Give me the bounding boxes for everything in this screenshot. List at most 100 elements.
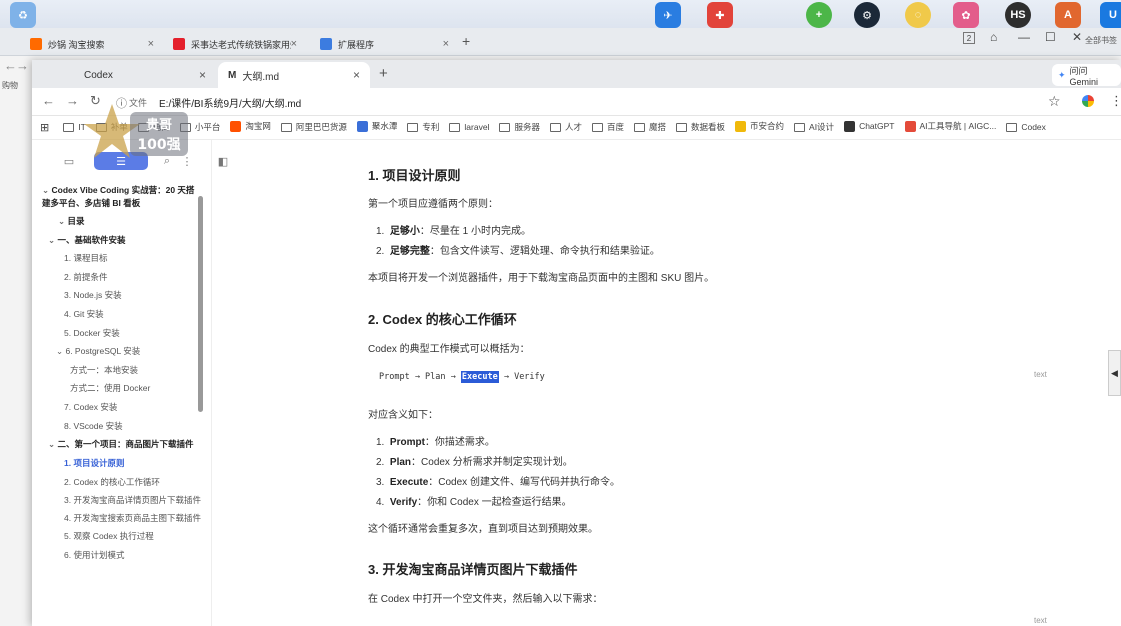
folder-icon[interactable]: ▭	[62, 152, 76, 170]
app-icon-1[interactable]: ✈	[655, 2, 681, 28]
list-item: 4. Verify：你和 Codex 一起检查运行结果。	[376, 493, 572, 508]
code-language-label[interactable]: text	[1034, 370, 1047, 379]
minimize-button[interactable]: —	[1018, 30, 1030, 44]
google-profile-icon[interactable]	[1082, 95, 1094, 107]
steam-icon[interactable]: ⚙	[854, 2, 880, 28]
all-bookmarks-label[interactable]: 全部书签	[1085, 35, 1117, 46]
toc-item[interactable]: 5. Docker 安装	[42, 324, 202, 343]
toc-item[interactable]: ⌄ 目录	[42, 212, 202, 231]
bookmark-18[interactable]: Codex	[1006, 122, 1046, 132]
app-icon-6[interactable]: ✿	[953, 2, 979, 28]
bookmark-15[interactable]: AI设计	[794, 121, 834, 133]
background-tab-2[interactable]: 采事达老式传统铁锅家用炒 ×	[165, 32, 305, 56]
heading-project-principles: 1. 项目设计原则	[368, 168, 461, 183]
background-tab-1[interactable]: 炒锅 淘宝搜索 ×	[22, 32, 162, 56]
bookmark-0[interactable]: IT	[63, 122, 86, 132]
close-icon[interactable]: ×	[291, 38, 297, 50]
close-icon[interactable]: ×	[148, 38, 154, 50]
toc-item[interactable]: 1. 项目设计原则	[42, 454, 202, 473]
toc-item[interactable]: 方式二：使用 Docker	[42, 379, 202, 398]
reload-icon[interactable]: ↻	[90, 93, 101, 109]
app-icon-9[interactable]: U	[1100, 2, 1121, 28]
app-icon-8[interactable]: A	[1055, 2, 1081, 28]
bookmark-shopping[interactable]: 购物	[2, 80, 18, 91]
bookmark-17[interactable]: AI工具导航 | AIGC...	[904, 120, 996, 132]
bookmark-11[interactable]: 百度	[591, 121, 624, 133]
toc-item[interactable]: 4. Git 安装	[42, 305, 202, 324]
url-input[interactable]: E:/课件/BI系统9月/大纲/大纲.md	[159, 95, 301, 110]
folder-icon	[449, 122, 461, 132]
bookmark-star-icon[interactable]: ☆	[1048, 93, 1061, 110]
right-panel-toggle-icon[interactable]: ◀	[1108, 350, 1121, 396]
toc-item[interactable]: 6. 使用计划模式	[42, 546, 202, 565]
bookmark-8[interactable]: laravel	[449, 122, 489, 132]
app-icon-5[interactable]: ◌	[905, 2, 931, 28]
toc-item[interactable]: 5. 观察 Codex 执行过程	[42, 527, 202, 546]
toc-item[interactable]: ⌄ 一、基础软件安装	[42, 231, 202, 250]
close-icon[interactable]: ×	[199, 68, 206, 82]
toc-item[interactable]: 方式一：本地安装	[42, 361, 202, 380]
toc-item[interactable]: ⌄ Codex Vibe Coding 实战营：20 天搭建多平台、多店铺 BI…	[42, 182, 202, 212]
toc-item[interactable]: 3. Node.js 安装	[42, 286, 202, 305]
close-window-button[interactable]: ✕	[1072, 30, 1082, 44]
code-selection: Execute	[460, 371, 499, 383]
sidebar-scrollbar[interactable]	[198, 196, 203, 412]
toc-item[interactable]: ⌄ 6. PostgreSQL 安装	[42, 342, 202, 361]
toc-label: 方式一：本地安装	[70, 364, 139, 375]
toc-label: 3. 开发淘宝商品详情页图片下载插件	[64, 495, 201, 506]
hs-icon[interactable]: HS	[1005, 2, 1031, 28]
maximize-button[interactable]: ☐	[1045, 30, 1056, 44]
bookmark-1[interactable]: 补单	[95, 121, 128, 133]
list-number: 2.	[376, 457, 385, 468]
bookmark-10[interactable]: 人才	[549, 121, 582, 133]
code-block[interactable]: Prompt → Plan → Execute → Verify	[379, 371, 545, 383]
bookmark-13[interactable]: 数据看板	[676, 121, 725, 133]
trash-icon[interactable]: ⌂	[990, 30, 997, 44]
toc-item[interactable]: 1. 课程目标	[42, 249, 202, 268]
bookmark-5[interactable]: 阿里巴巴货源	[280, 121, 347, 133]
apps-grid-icon[interactable]: ⊞	[40, 121, 49, 134]
toc-item[interactable]: 7. Codex 安装	[42, 398, 202, 417]
tab-outline-md[interactable]: M 大纲.md ×	[218, 62, 370, 88]
bookmark-14[interactable]: 币安合约	[735, 120, 784, 132]
folder-icon	[1006, 122, 1018, 132]
new-tab-button[interactable]: +	[462, 33, 470, 49]
bookmark-9[interactable]: 服务器	[499, 121, 540, 133]
info-icon[interactable]: ⓘ	[116, 95, 127, 111]
toc-item[interactable]: ⌄ 二、第一个项目：商品图片下载插件	[42, 435, 202, 454]
code-language-label[interactable]: text	[1034, 616, 1047, 625]
forward-nav-arrow-icon[interactable]: →	[16, 58, 29, 73]
toc-item[interactable]: 2. 前提条件	[42, 268, 202, 287]
toc-item[interactable]: 8. VScode 安装	[42, 417, 202, 436]
background-tab-3[interactable]: 扩展程序 ×	[312, 32, 457, 56]
app-icon-2[interactable]: ✚	[707, 2, 733, 28]
bookmark-16[interactable]: ChatGPT	[844, 120, 895, 132]
tab-search-icon[interactable]: 2	[963, 32, 975, 44]
bookmark-3[interactable]: 小平台	[179, 121, 220, 133]
back-arrow-icon[interactable]: ←	[42, 93, 55, 108]
search-icon[interactable]: ⌕	[160, 152, 174, 170]
toc-item[interactable]: 4. 开发淘宝搜索页商品主图下载插件	[42, 509, 202, 527]
bookmark-12[interactable]: 魔搭	[633, 121, 666, 133]
ask-gemini-button[interactable]: ✦ 问问 Gemini	[1052, 64, 1121, 87]
panel-toggle-icon[interactable]: ◧	[216, 152, 230, 170]
outline-view-button[interactable]: ☰	[94, 152, 148, 170]
bookmark-2[interactable]: 电商	[137, 121, 170, 133]
recycle-bin-icon[interactable]: ♻	[10, 2, 36, 28]
toc-label: 5. Docker 安装	[64, 327, 120, 338]
more-menu-icon[interactable]: ⋮	[1110, 93, 1121, 109]
toc-item[interactable]: 2. Codex 的核心工作循环	[42, 473, 202, 492]
bookmark-4[interactable]: 淘宝网	[230, 120, 271, 132]
tab-codex[interactable]: Codex ×	[38, 62, 216, 88]
close-icon[interactable]: ×	[353, 68, 360, 82]
app-icon-3[interactable]: +	[806, 2, 832, 28]
heading-codex-loop: 2. Codex 的核心工作循环	[368, 312, 517, 327]
bookmark-6[interactable]: 聚水潭	[356, 120, 397, 132]
list-icon[interactable]: ⋮	[180, 152, 194, 170]
close-icon[interactable]: ×	[443, 38, 449, 50]
bookmark-7[interactable]: 专利	[407, 121, 439, 133]
toc-item[interactable]: 3. 开发淘宝商品详情页图片下载插件	[42, 491, 202, 509]
folder-icon	[499, 122, 511, 132]
new-tab-button[interactable]: +	[379, 65, 388, 82]
forward-arrow-icon[interactable]: →	[66, 93, 79, 108]
